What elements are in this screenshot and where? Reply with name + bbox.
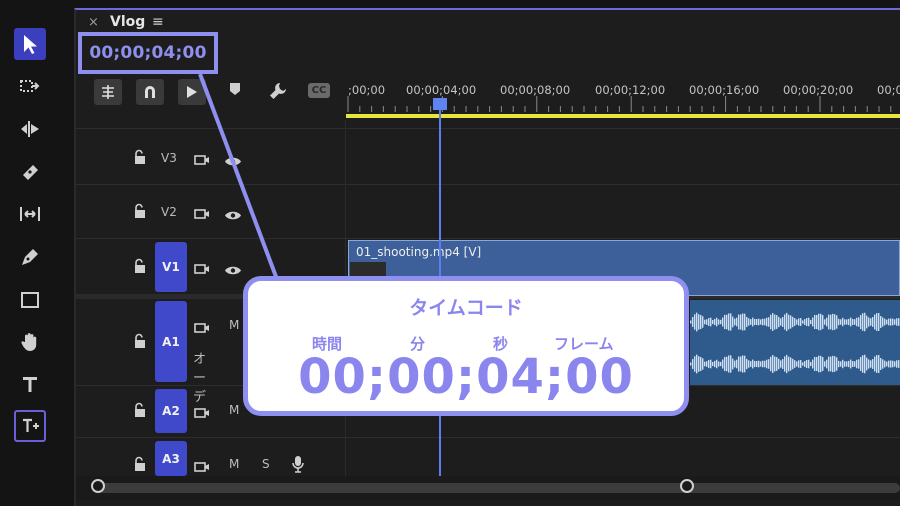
timecode-explainer-card: タイムコード 時間 分 秒 フレーム 00;00;04;00	[243, 276, 689, 416]
explainer-title: タイムコード	[409, 297, 523, 319]
explainer-timecode: 00;00;04;00	[298, 349, 634, 405]
callout-connector	[198, 73, 280, 283]
